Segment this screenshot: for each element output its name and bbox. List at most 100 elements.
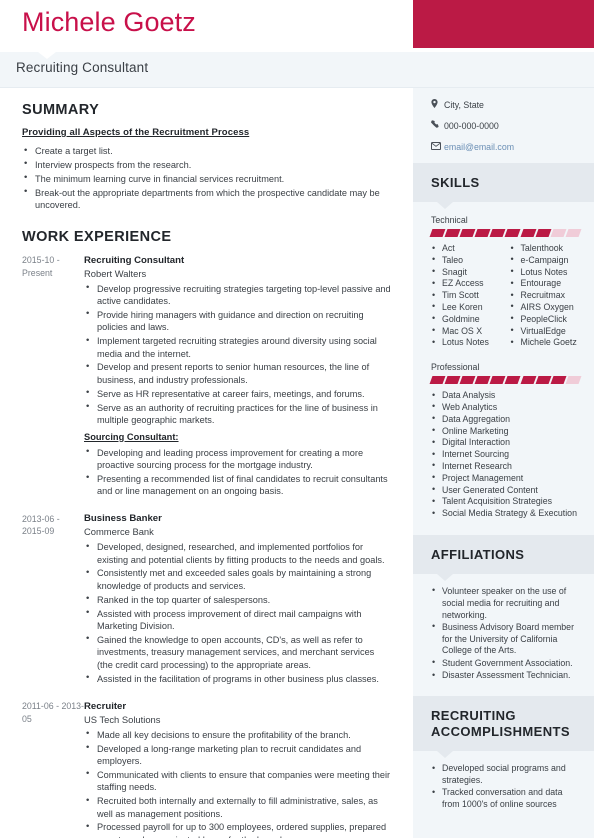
accomplishments-body: Developed social programs and strategies… [413, 751, 594, 823]
job-title-band: Recruiting Consultant [0, 52, 594, 88]
experience-bullet: Recruited both internally and externally… [84, 795, 391, 820]
skill-rating-bar [429, 376, 582, 385]
affiliation-item: Volunteer speaker on the use of social m… [431, 585, 580, 621]
experience-organization: US Tech Solutions [84, 713, 161, 725]
experience-bullet: Develop progressive recruiting strategie… [84, 282, 391, 308]
skills-heading-band: SKILLS [413, 163, 594, 209]
skill-rating-segment [505, 376, 522, 385]
work-experience-section: WORK EXPERIENCE 2015-10 - Present Recruit… [22, 229, 391, 838]
experience-bullet-list: Develop progressive recruiting strategie… [84, 282, 391, 427]
experience-bullet: Developed a long-range marketing plan to… [84, 742, 391, 768]
skill-list-left: Data AnalysisWeb AnalyticsData Aggregati… [431, 390, 580, 520]
experience-role: Business Banker [84, 513, 162, 525]
candidate-name: Michele Goetz [22, 7, 196, 37]
skill-rating-segment [565, 229, 582, 237]
experience-role: Recruiting Consultant [84, 254, 185, 266]
summary-heading: SUMMARY [22, 102, 100, 118]
experience-organization: Commerce Bank [84, 526, 154, 538]
skill-rating-segment [474, 229, 491, 237]
experience-bullet: Implement targeted recruiting strategies… [84, 335, 391, 360]
experience-bullet: Developed, designed, researched, and imp… [84, 541, 391, 566]
skill-item: VirtualEdge [510, 325, 581, 338]
skill-item: Entourage [510, 278, 581, 290]
contact-block: City, State 000-000-0000 email@email.com [413, 88, 594, 163]
summary-bullet: Create a target list. [22, 144, 391, 157]
resume-header: Michele Goetz [0, 0, 594, 52]
accomplishments-section: RECRUITING ACCOMPLISHMENTS Developed soc… [413, 696, 594, 825]
experience-role: Recruiter [84, 700, 127, 712]
experience-organization: Robert Walters [84, 267, 147, 279]
skill-item: Internet Sourcing [431, 449, 580, 461]
skill-rating-segment [550, 376, 567, 385]
skill-item: Digital Interaction [431, 437, 580, 449]
accomplishments-heading-band: RECRUITING ACCOMPLISHMENTS [413, 696, 594, 759]
experience-dates: 2015-10 - Present [22, 255, 60, 278]
summary-bullet: Break-out the appropriate departments fr… [22, 186, 391, 212]
experience-bullet: Assisted with process improvement of dir… [84, 607, 391, 633]
experience-dates: 2013-06 - 2015-09 [22, 513, 60, 537]
band-notch-icon [38, 52, 56, 59]
skill-rating-segment [444, 376, 461, 385]
experience-sub-bullet-list: Developing and leading process improveme… [84, 446, 391, 498]
skill-item: Lotus Notes [510, 266, 581, 279]
skill-rating-segment [429, 229, 446, 237]
skill-item: Project Management [431, 472, 580, 485]
experience-bullet: Serve as an authority of recruiting prac… [84, 401, 391, 427]
experience-entry: 2015-10 - Present Recruiting Consultant Ro… [22, 254, 391, 500]
summary-bullet: Interview prospects from the research. [22, 158, 391, 171]
accomplishment-item: Tracked conversation and data from 1000'… [431, 787, 580, 811]
skills-groups: Technical ActTaleoSnagitEZ AccessTim Scot… [413, 202, 594, 520]
location-pin-icon [431, 99, 444, 111]
skill-item: EZ Access [431, 278, 502, 290]
skill-item: Michele Goetz [510, 337, 581, 349]
skill-rating-segment [535, 229, 552, 237]
skill-rating-segment [535, 376, 552, 385]
summary-section: SUMMARY Providing all Aspects of the Rec… [22, 102, 391, 212]
skill-item: Act [431, 243, 502, 255]
skill-group-label: Professional [431, 362, 480, 373]
skill-list-right: Talenthooke-CampaignLotus NotesEntourage… [510, 243, 581, 349]
skill-rating-segment [520, 229, 537, 237]
experience-bullet-list: Made all key decisions to ensure the pro… [84, 728, 391, 838]
experience-dates: 2011-06 - 2013-05 [22, 701, 84, 724]
experience-bullet-list: Developed, designed, researched, and imp… [84, 541, 391, 685]
skills-heading: SKILLS [431, 175, 480, 190]
skill-item: Talent Acquisition Strategies [431, 496, 580, 508]
accomplishment-item: Developed social programs and strategies… [431, 763, 580, 787]
work-experience-heading: WORK EXPERIENCE [22, 228, 172, 245]
experience-bullet: Gained the knowledge to open accounts, C… [84, 633, 391, 671]
envelope-icon [431, 141, 444, 153]
skill-group: Professional Data AnalysisWeb AnalyticsDa… [429, 362, 582, 520]
contact-email-row[interactable]: email@email.com [431, 141, 594, 153]
skill-rating-segment [565, 376, 582, 385]
skill-item: Lee Koren [431, 301, 502, 314]
accomplishments-bullet-list: Developed social programs and strategies… [431, 763, 580, 811]
skill-rating-segment [429, 376, 446, 385]
skill-rating-segment [444, 229, 461, 237]
affiliations-section: AFFILIATIONS Volunteer speaker on the us… [413, 534, 594, 696]
skill-item: Recruitmax [510, 290, 581, 302]
experience-bullet: Provide hiring managers with guidance an… [84, 308, 391, 334]
skill-columns: ActTaleoSnagitEZ AccessTim ScottLee Kore… [431, 243, 580, 349]
contact-phone-text: 000-000-0000 [444, 121, 499, 131]
skill-item: Mac OS X [431, 325, 502, 338]
skill-rating-segment [520, 376, 537, 385]
contact-location-row: City, State [431, 99, 594, 111]
skill-rating-segment [459, 376, 476, 385]
skill-item: Online Marketing [431, 425, 580, 438]
skill-item: Data Aggregation [431, 413, 580, 426]
summary-bullet-list: Create a target list.Interview prospects… [22, 144, 391, 212]
skill-item: AIRS Oxygen [510, 301, 581, 314]
experience-bullet: Serve as HR representative at career fai… [84, 387, 391, 400]
skill-list-left: ActTaleoSnagitEZ AccessTim ScottLee Kore… [431, 243, 502, 349]
experience-bullet: Develop and present reports to senior hu… [84, 361, 391, 386]
skill-item: Tim Scott [431, 290, 502, 302]
summary-bullet: The minimum learning curve in financial … [22, 172, 391, 185]
affiliations-notch-icon [437, 573, 453, 581]
contact-email-text[interactable]: email@email.com [444, 141, 514, 153]
affiliations-heading: AFFILIATIONS [431, 546, 525, 562]
experience-details: Business BankerCommerce Bank Developed, d… [84, 512, 391, 686]
skill-item: Web Analytics [431, 401, 580, 414]
skill-item: Snagit [431, 266, 502, 279]
experience-sub-bullet: Presenting a recommended list of final c… [84, 472, 391, 498]
